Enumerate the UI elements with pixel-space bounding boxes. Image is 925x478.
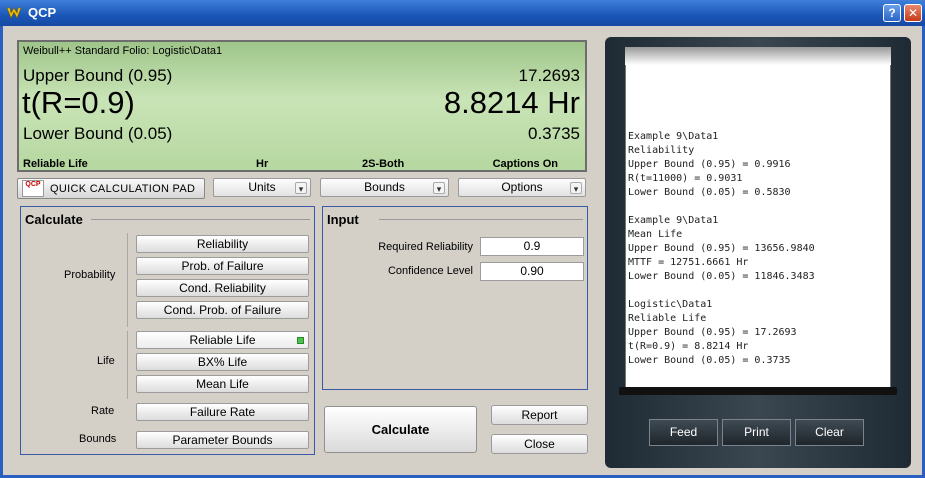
printout-paper: Example 9\Data1 Reliability Upper Bound (0… [625, 47, 891, 389]
confidence-level-label: Confidence Level [387, 265, 473, 277]
options-label: Options [501, 180, 543, 194]
main-result-value: 8.8214 Hr [443, 85, 580, 120]
printout-line: Lower Bound (0.05) = 11846.3483 [628, 271, 815, 282]
reliability-button[interactable]: Reliability [136, 235, 309, 253]
printout-line: Reliability [628, 145, 695, 156]
upper-bound-label: Upper Bound (0.95) [23, 66, 173, 85]
chevron-down-icon: ▾ [295, 182, 307, 194]
lower-bound-value: 0.3735 [528, 124, 580, 143]
printout-line: Lower Bound (0.05) = 0.3735 [628, 355, 791, 366]
reliable-life-button[interactable]: Reliable Life [136, 331, 309, 349]
qcp-logo-text: QCP [25, 181, 41, 188]
calculate-button[interactable]: Calculate [324, 406, 477, 453]
printer-slot [619, 387, 897, 395]
qcp-label: QUICK CALCULATION PAD [50, 183, 196, 195]
life-label: Life [97, 355, 115, 367]
print-button[interactable]: Print [722, 419, 791, 446]
printout-line: R(t=11000) = 0.9031 [628, 173, 743, 184]
required-reliability-input[interactable]: 0.9 [480, 237, 584, 256]
units-label: Units [248, 180, 276, 194]
printout-line: Example 9\Data1 [628, 215, 719, 226]
bx-life-button[interactable]: BX% Life [136, 353, 309, 371]
printout-line [628, 200, 815, 214]
prob-of-failure-button[interactable]: Prob. of Failure [136, 257, 309, 275]
qcp-logo-icon: QCP [22, 180, 44, 197]
mean-life-button[interactable]: Mean Life [136, 375, 309, 393]
confidence-level-input[interactable]: 0.90 [480, 262, 584, 281]
divider [379, 219, 583, 220]
failure-rate-button[interactable]: Failure Rate [136, 403, 309, 421]
printout-line [628, 284, 815, 298]
bounds-dropdown[interactable]: Bounds ▾ [320, 178, 449, 197]
reliable-life-label: Reliable Life [189, 333, 256, 347]
divider [127, 331, 128, 399]
status-captions: Captions On [492, 158, 558, 170]
printout-line: Example 9\Data1 [628, 131, 719, 142]
feed-button[interactable]: Feed [649, 419, 718, 446]
parameter-bounds-button[interactable]: Parameter Bounds [136, 431, 309, 449]
printout-line: Upper Bound (0.95) = 0.9916 [628, 159, 791, 170]
upper-bound-value: 17.2693 [518, 66, 580, 85]
calculate-panel: Calculate Probability Reliability Prob. … [20, 206, 315, 455]
clear-button[interactable]: Clear [795, 419, 864, 446]
printout-line: Logistic\Data1 [628, 299, 713, 310]
rate-label: Rate [91, 405, 115, 417]
cond-prob-of-failure-button[interactable]: Cond. Prob. of Failure [136, 301, 309, 319]
cond-reliability-button[interactable]: Cond. Reliability [136, 279, 309, 297]
printer-panel: Example 9\Data1 Reliability Upper Bound (0… [605, 37, 911, 468]
close-icon: ✕ [907, 6, 919, 20]
bounds-label: Bounds [364, 180, 405, 194]
status-bounds: 2S-Both [362, 158, 405, 170]
printout-line: Reliable Life [628, 313, 707, 324]
report-button[interactable]: Report [491, 405, 588, 425]
folio-path: Weibull++ Standard Folio: Logistic\Data1 [23, 45, 223, 57]
quick-calculation-pad-button[interactable]: QCP QUICK CALCULATION PAD [17, 178, 205, 199]
units-dropdown[interactable]: Units ▾ [213, 178, 311, 197]
bounds-row-label: Bounds [79, 433, 117, 445]
close-button[interactable]: Close [491, 434, 588, 454]
printout-line: Lower Bound (0.05) = 0.5830 [628, 187, 791, 198]
printout-line: MTTF = 12751.6661 Hr [628, 257, 749, 268]
window-title: QCP [28, 5, 57, 20]
chevron-down-icon: ▾ [570, 182, 582, 194]
result-display: Weibull++ Standard Folio: Logistic\Data1… [17, 40, 587, 172]
selected-indicator-icon [297, 337, 304, 344]
printout-text: Example 9\Data1 Reliability Upper Bound (0… [628, 130, 815, 368]
printout-line: Upper Bound (0.95) = 17.2693 [628, 327, 797, 338]
lower-bound-label: Lower Bound (0.05) [23, 124, 173, 143]
printout-line: Mean Life [628, 229, 683, 240]
options-dropdown[interactable]: Options ▾ [458, 178, 586, 197]
title-bar: QCP ? ✕ [0, 0, 925, 26]
input-title: Input [327, 212, 359, 227]
paper-shadow [625, 47, 891, 65]
status-calculation-type: Reliable Life [23, 158, 88, 170]
main-result-label: t(R=0.9) [22, 85, 135, 120]
status-units: Hr [256, 158, 269, 170]
calculate-title: Calculate [25, 212, 83, 227]
help-button[interactable]: ? [883, 4, 901, 22]
divider [127, 233, 128, 327]
input-panel: Input Required Reliability 0.9 Confidenc… [322, 206, 588, 390]
chevron-down-icon: ▾ [433, 182, 445, 194]
close-window-button[interactable]: ✕ [904, 4, 922, 22]
printout-line: Upper Bound (0.95) = 13656.9840 [628, 243, 815, 254]
app-logo-icon [6, 7, 22, 19]
required-reliability-label: Required Reliability [378, 241, 473, 253]
divider [91, 219, 310, 220]
help-icon: ? [888, 6, 896, 20]
probability-label: Probability [64, 269, 116, 281]
printout-line: t(R=0.9) = 8.8214 Hr [628, 341, 749, 352]
